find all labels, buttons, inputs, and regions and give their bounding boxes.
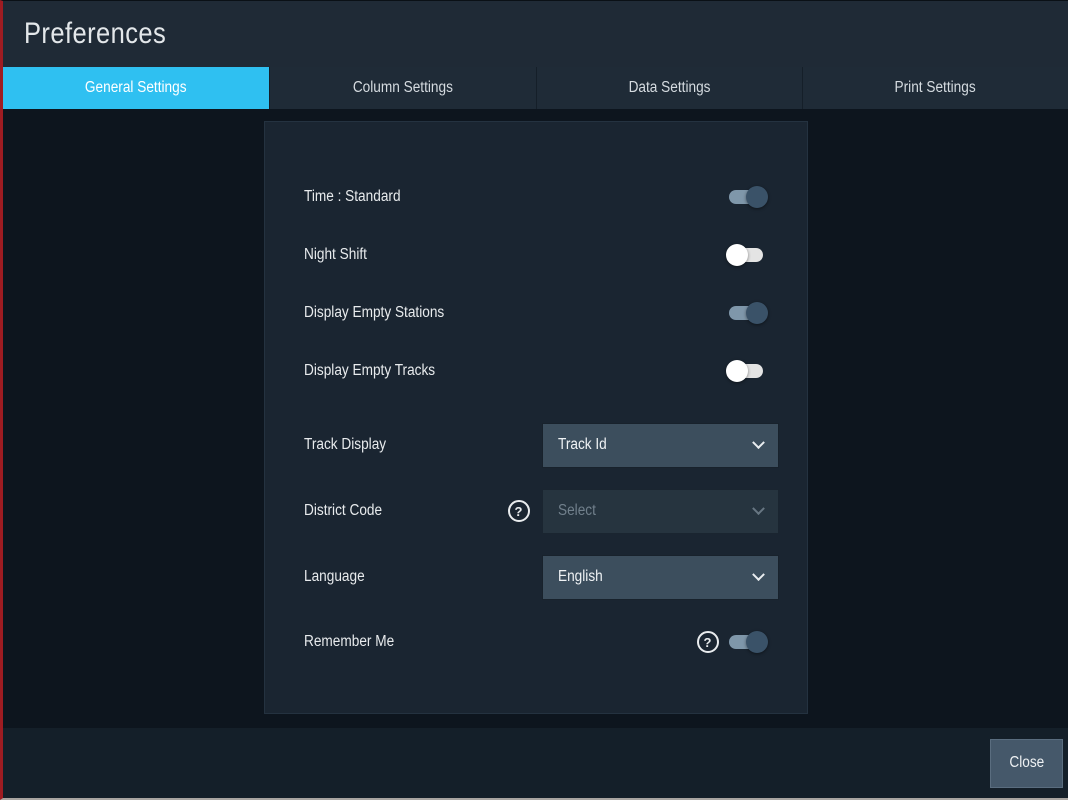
track-display-select[interactable]: Track Id [541,422,779,468]
help-icon[interactable]: ? [507,500,530,522]
header: Preferences [3,1,1068,67]
district-code-value: Select [557,502,596,519]
tab-print-settings[interactable]: Print Settings [801,67,1068,109]
tab-label: Print Settings [894,79,976,96]
setting-row-track-display: Track Display Track Id [304,412,779,478]
toggle-knob [725,244,748,266]
settings-panel: Time : Standard Night Shift Display Empt… [263,121,808,714]
setting-row-night-shift: Night Shift [304,226,779,284]
close-button-label: Close [1009,754,1044,771]
district-code-label: District Code [303,502,382,519]
display-empty-tracks-label: Display Empty Tracks [303,362,435,379]
toggle-knob [745,186,768,208]
display-empty-stations-toggle[interactable] [728,302,768,324]
display-empty-tracks-toggle[interactable] [725,360,764,382]
help-glyph: ? [514,503,523,519]
footer-bar: Close [3,728,1068,798]
time-standard-label: Time : Standard [303,188,401,205]
tab-data-settings[interactable]: Data Settings [535,67,802,109]
setting-row-time-standard: Time : Standard [304,168,779,226]
tab-label: Column Settings [352,79,453,96]
night-shift-toggle[interactable] [725,244,764,266]
toggle-knob [745,302,768,324]
tab-bar: General Settings Column Settings Data Se… [3,67,1068,109]
setting-row-remember-me: Remember Me ? [304,610,779,674]
track-display-value: Track Id [557,436,607,453]
setting-row-display-empty-stations: Display Empty Stations [304,284,779,342]
chevron-down-icon [751,567,765,581]
display-empty-stations-label: Display Empty Stations [303,304,444,321]
toggle-knob [745,631,768,653]
language-value: English [557,568,603,585]
toggle-knob [725,360,748,382]
content-area: Time : Standard Night Shift Display Empt… [3,109,1068,728]
preferences-window: Preferences General Settings Column Sett… [0,0,1068,800]
district-code-select[interactable]: Select [541,488,779,534]
help-icon[interactable]: ? [696,631,719,653]
tab-column-settings[interactable]: Column Settings [269,67,535,109]
tab-label: Data Settings [628,79,711,96]
setting-row-language: Language English [304,544,779,610]
page-title: Preferences [24,17,167,50]
chevron-down-icon [751,501,765,515]
setting-row-display-empty-tracks: Display Empty Tracks [304,342,779,400]
help-glyph: ? [703,634,712,650]
time-standard-toggle[interactable] [728,186,768,208]
close-button[interactable]: Close [990,738,1063,788]
language-select[interactable]: English [541,554,779,600]
tab-label: General Settings [85,79,187,96]
language-label: Language [303,568,365,585]
remember-me-toggle[interactable] [728,631,768,653]
chevron-down-icon [751,435,765,449]
tab-general-settings[interactable]: General Settings [3,67,270,109]
remember-me-label: Remember Me [303,633,394,650]
setting-row-district-code: District Code ? Select [304,478,779,544]
track-display-label: Track Display [303,436,386,453]
night-shift-label: Night Shift [303,246,367,263]
